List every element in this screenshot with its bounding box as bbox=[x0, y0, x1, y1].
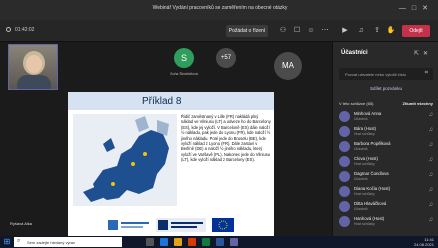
close-icon[interactable]: ✕ bbox=[422, 5, 434, 12]
mic-muted-icon: ♫ bbox=[428, 202, 434, 208]
mic-muted-icon: ♫ bbox=[428, 187, 434, 193]
shared-slide: Příklad 8 Řidič zaměstnaný v Lille (FR) … bbox=[68, 92, 274, 238]
search-placeholder: Pozvat uživatele nebo vytočit číslo bbox=[345, 72, 406, 77]
mic-muted-icon: ♫ bbox=[428, 172, 434, 178]
system-clock[interactable]: 11:41 24.08.2021 bbox=[414, 237, 434, 247]
taskbar-search-input[interactable]: ⌕ Sem zadejte hledaný výraz bbox=[14, 237, 122, 247]
panel-title: Účastníci bbox=[341, 50, 368, 56]
avatar bbox=[339, 201, 350, 212]
popout-icon[interactable]: ⇱ bbox=[414, 51, 423, 57]
participant-row[interactable]: Diana Kočia (Host) Host schůzky ♫ bbox=[339, 185, 435, 198]
dialpad-icon[interactable]: ⌗ bbox=[425, 70, 428, 77]
participant-row[interactable]: Bára (Host) Host schůzky ♫ bbox=[339, 125, 435, 138]
presenter-name: Ryšavá Alka bbox=[10, 221, 33, 226]
title-bar: Webinář Vydání pracovníků se zaměřením n… bbox=[0, 0, 438, 20]
reactions-icon[interactable]: ☺ bbox=[306, 26, 316, 36]
mic-muted-icon: ♫ bbox=[428, 112, 434, 118]
window-title: Webinář Vydání pracovníků se zaměřením n… bbox=[152, 5, 288, 11]
avatar bbox=[339, 171, 350, 182]
leave-button[interactable]: Odejít bbox=[402, 25, 430, 37]
meeting-timer: 01:42:02 bbox=[6, 27, 34, 33]
project-logo bbox=[156, 218, 206, 232]
participant-row[interactable]: Minhová Anna Účastník ♫ bbox=[339, 110, 435, 123]
participants-icon[interactable]: ⚇ bbox=[278, 26, 288, 36]
share-icon[interactable]: ⇪ bbox=[372, 26, 382, 36]
avatar bbox=[339, 111, 350, 122]
meeting-toolbar: 01:42:02 Požádat o řízení ⚇ ☐ ☺ ⋯ ▶ ♫ ⇪ … bbox=[0, 20, 438, 42]
avatar bbox=[339, 141, 350, 152]
panel-actions: ⇱✕ bbox=[414, 50, 432, 57]
windows-start-icon[interactable]: ⊞ bbox=[2, 237, 12, 247]
teams-icon[interactable] bbox=[230, 238, 238, 246]
maximize-icon[interactable]: □ bbox=[412, 5, 422, 12]
overflow-count: +57 bbox=[216, 48, 236, 68]
invite-search-input[interactable]: Pozvat uživatele nebo vytočit číslo ⌗ bbox=[339, 68, 433, 80]
chat-icon[interactable]: ☐ bbox=[292, 26, 302, 36]
office-icon[interactable] bbox=[188, 238, 196, 246]
participant-row[interactable]: Barbora Popělková Účastník ♫ bbox=[339, 140, 435, 153]
mic-muted-icon: ♫ bbox=[428, 157, 434, 163]
avatar bbox=[339, 216, 350, 227]
self-video[interactable] bbox=[8, 44, 58, 90]
shield-icon bbox=[6, 27, 11, 32]
mic-icon[interactable]: ♫ bbox=[356, 26, 366, 36]
avatar-large[interactable]: MA bbox=[274, 52, 302, 80]
ministry-logo bbox=[108, 220, 149, 230]
mute-all-button[interactable]: Ztlumit všechny bbox=[403, 101, 433, 106]
person-body bbox=[17, 75, 51, 89]
explorer-icon[interactable] bbox=[174, 238, 182, 246]
more-icon[interactable]: ⋯ bbox=[320, 26, 330, 36]
panel-close-icon[interactable]: ✕ bbox=[423, 51, 432, 57]
person-face bbox=[26, 55, 42, 73]
excel-icon[interactable] bbox=[202, 238, 210, 246]
slide-heading: Příklad 8 bbox=[142, 96, 182, 107]
logo-strip bbox=[108, 218, 268, 234]
search-icon: ⌕ bbox=[17, 238, 21, 244]
mic-muted-icon: ♫ bbox=[428, 217, 434, 223]
task-view-icon[interactable] bbox=[146, 238, 154, 246]
avatar bbox=[339, 156, 350, 167]
minimize-icon[interactable]: — bbox=[399, 5, 412, 12]
windows-taskbar: ⊞ ⌕ Sem zadejte hledaný výraz 11:41 24.0… bbox=[0, 236, 438, 248]
participants-panel: Účastníci ⇱✕ Pozvat uživatele nebo vytoč… bbox=[332, 42, 438, 236]
teams-window: Webinář Vydání pracovníků se zaměřením n… bbox=[0, 0, 438, 248]
word-icon[interactable] bbox=[216, 238, 224, 246]
participant-row[interactable]: Clova (Host) Host schůzky ♫ bbox=[339, 155, 435, 168]
overflow-tile[interactable]: +57 bbox=[206, 48, 246, 82]
mic-muted-icon: ♫ bbox=[428, 127, 434, 133]
request-control-button[interactable]: Požádat o řízení bbox=[226, 25, 268, 37]
share-invite-button[interactable]: Sdílet pozvánku bbox=[339, 84, 433, 94]
avatar bbox=[339, 126, 350, 137]
eu-flag-logo bbox=[212, 218, 234, 232]
edge-icon[interactable] bbox=[160, 238, 168, 246]
hand-icon[interactable]: ✋ bbox=[386, 26, 396, 36]
participant-tile[interactable]: S Soňa Šindelářová bbox=[164, 48, 204, 82]
tile-name: Soňa Šindelářová bbox=[170, 72, 198, 76]
avatar: S bbox=[174, 48, 194, 68]
participant-row[interactable]: Dagmar Čondlova Účastník ♫ bbox=[339, 170, 435, 183]
video-icon[interactable]: ▶ bbox=[340, 26, 350, 36]
meeting-stage: S Soňa Šindelářová +57 MA Příklad 8 Řidi… bbox=[0, 42, 332, 238]
participant-row[interactable]: Hanhová (Host) Host schůzky ♫ bbox=[339, 215, 435, 228]
avatar bbox=[339, 186, 350, 197]
europe-map bbox=[73, 114, 177, 206]
mic-muted-icon: ♫ bbox=[428, 142, 434, 148]
window-controls[interactable]: —□✕ bbox=[399, 4, 434, 12]
slide-text: Řidič zaměstnaný v Lille (FR) nakládá pl… bbox=[181, 114, 271, 163]
participants-section-header[interactable]: V této schůzce (65) Ztlumit všechny bbox=[339, 101, 433, 106]
participant-row[interactable]: Ditta Hlaváčková Účastník ♫ bbox=[339, 200, 435, 213]
